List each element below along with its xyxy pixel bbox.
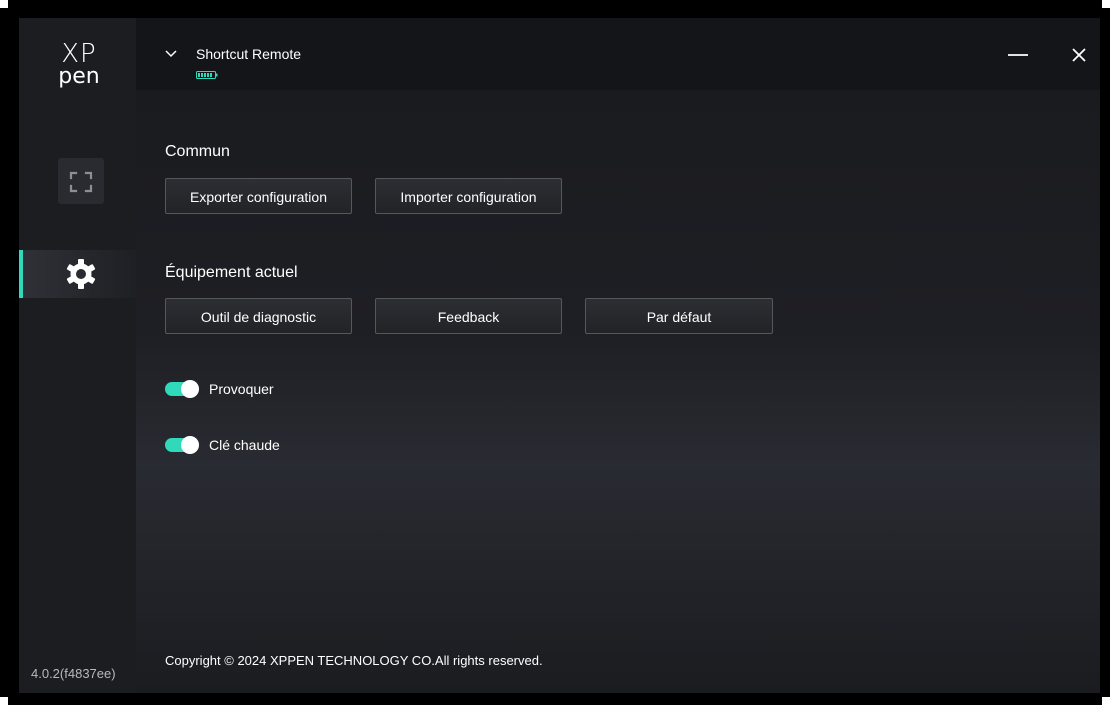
copyright-text: Copyright © 2024 XPPEN TECHNOLOGY CO.All… <box>165 653 543 668</box>
screen-frame: XP pen 4.0.2(f4837ee) Shortcut Remote Co… <box>0 0 1110 705</box>
hotkey-toggle[interactable] <box>165 436 199 454</box>
app-window: XP pen 4.0.2(f4837ee) Shortcut Remote Co… <box>19 18 1100 693</box>
battery-icon <box>196 71 218 79</box>
xppen-logo: XP pen <box>49 39 109 94</box>
close-icon[interactable] <box>1064 40 1094 70</box>
device-selector[interactable]: Shortcut Remote <box>164 46 364 82</box>
active-indicator <box>19 250 23 298</box>
toggle-row-provoquer: Provoquer <box>165 380 365 400</box>
frame-corner <box>1102 697 1110 705</box>
sidebar: XP pen 4.0.2(f4837ee) <box>19 18 136 693</box>
section-title-current-device: Équipement actuel <box>165 264 298 281</box>
hotkey-label: Clé chaude <box>209 437 280 453</box>
feedback-button[interactable]: Feedback <box>375 298 562 334</box>
device-frame-icon <box>69 171 93 193</box>
title-bar: Shortcut Remote <box>136 18 1100 90</box>
frame-corner <box>1102 0 1110 8</box>
export-config-button[interactable]: Exporter configuration <box>165 178 352 214</box>
gear-icon <box>66 259 96 289</box>
settings-panel: Commun Exporter configuration Importer c… <box>136 90 1100 693</box>
restore-default-button[interactable]: Par défaut <box>585 298 773 334</box>
toggle-knob <box>181 380 199 398</box>
provoquer-toggle[interactable] <box>165 380 199 398</box>
provoquer-label: Provoquer <box>209 381 274 397</box>
logo-text-bottom: pen <box>58 64 100 89</box>
sidebar-item-settings[interactable] <box>19 250 136 300</box>
frame-corner <box>0 0 8 8</box>
sidebar-item-device[interactable] <box>19 158 136 208</box>
section-title-common: Commun <box>165 143 230 160</box>
chevron-down-icon <box>165 50 177 58</box>
toggle-row-hotkey: Clé chaude <box>165 436 365 456</box>
version-label: 4.0.2(f4837ee) <box>31 666 116 681</box>
import-config-button[interactable]: Importer configuration <box>375 178 562 214</box>
minimize-icon[interactable] <box>1003 40 1033 70</box>
logo-text-top: XP <box>61 39 97 69</box>
frame-corner <box>0 697 8 705</box>
diagnostic-tool-button[interactable]: Outil de diagnostic <box>165 298 352 334</box>
toggle-knob <box>181 436 199 454</box>
device-name: Shortcut Remote <box>196 46 302 62</box>
